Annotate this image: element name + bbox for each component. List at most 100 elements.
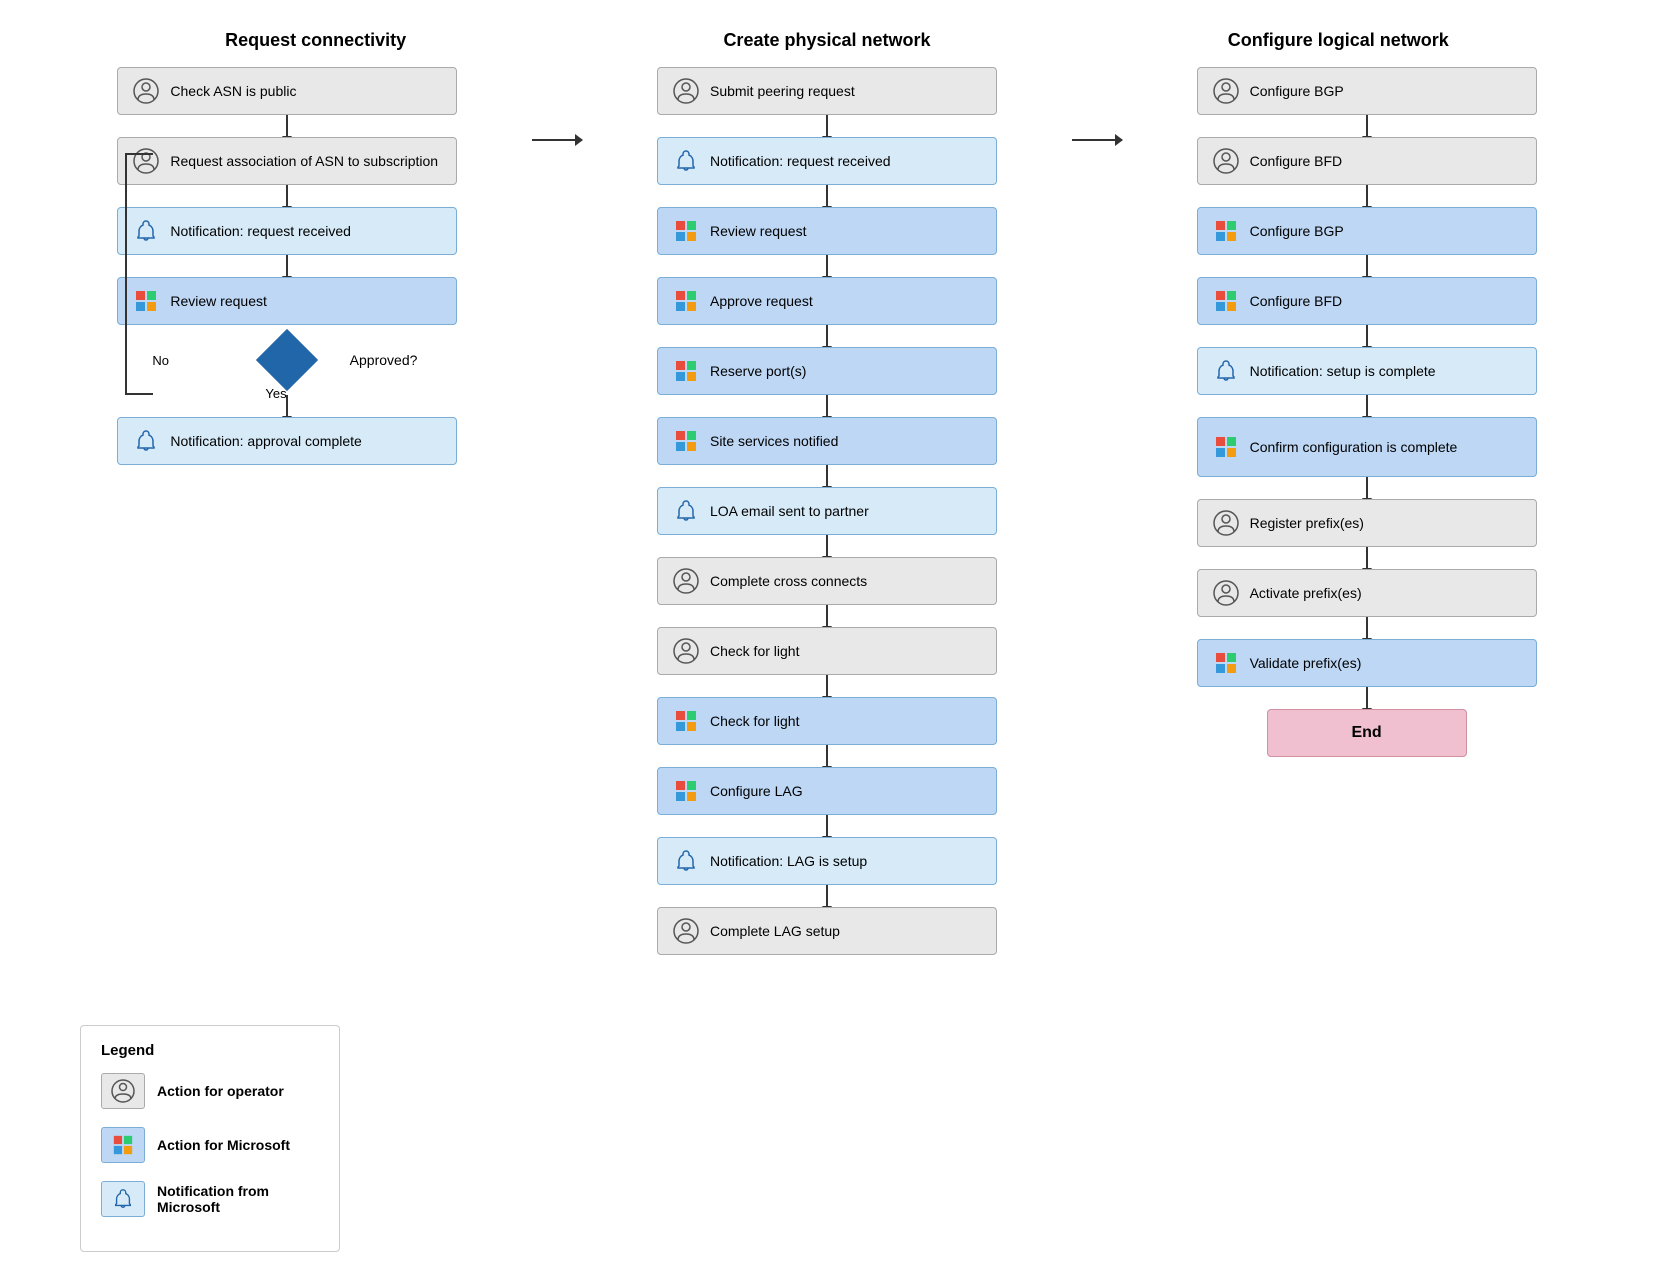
decision-approved: No Approved? Yes <box>117 325 457 395</box>
notification-icon <box>132 427 160 455</box>
node-setup-complete: Notification: setup is complete <box>1197 347 1537 395</box>
legend-microsoft-node <box>101 1127 145 1163</box>
arrow <box>826 745 828 767</box>
col2-title-text: Create physical network <box>723 30 930 50</box>
node-check-light-operator-text: Check for light <box>710 642 982 660</box>
diagram: Request connectivity Create physical net… <box>20 20 1634 1252</box>
legend-title: Legend <box>101 1042 319 1059</box>
connector-2-3 <box>1072 139 1122 141</box>
node-configure-bgp-op-text: Configure BGP <box>1250 82 1522 100</box>
connector-line <box>532 139 582 141</box>
col1-title-text: Request connectivity <box>225 30 406 50</box>
node-review-request-2: Review request <box>657 207 997 255</box>
node-approve-request-text: Approve request <box>710 292 982 310</box>
node-configure-bgp-ms-text: Configure BGP <box>1250 222 1522 240</box>
connector-line <box>1072 139 1122 141</box>
node-request-association: Request association of ASN to subscripti… <box>117 137 457 185</box>
node-site-services: Site services notified <box>657 417 997 465</box>
node-configure-bfd-op-text: Configure BFD <box>1250 152 1522 170</box>
node-request-association-text: Request association of ASN to subscripti… <box>170 152 442 170</box>
legend-microsoft-label: Action for Microsoft <box>157 1137 290 1153</box>
arrow <box>1366 687 1368 709</box>
col1-title: Request connectivity <box>106 30 526 51</box>
arrow <box>1366 255 1368 277</box>
legend-item-notification: Notification from Microsoft <box>101 1181 319 1217</box>
node-check-light-ms: Check for light <box>657 697 997 745</box>
legend: Legend Action for operator Action for Mi… <box>80 1025 340 1252</box>
notification-icon <box>1212 357 1240 385</box>
node-setup-complete-text: Notification: setup is complete <box>1250 362 1522 380</box>
arrow <box>286 115 288 137</box>
node-notification-received-1-text: Notification: request received <box>170 222 442 240</box>
node-check-light-operator: Check for light <box>657 627 997 675</box>
node-notification-approval-text: Notification: approval complete <box>170 432 442 450</box>
microsoft-icon <box>672 427 700 455</box>
arrow <box>826 465 828 487</box>
connector-arrowhead <box>1115 134 1123 146</box>
node-complete-lag: Complete LAG setup <box>657 907 997 955</box>
legend-item-microsoft: Action for Microsoft <box>101 1127 319 1163</box>
node-check-asn-text: Check ASN is public <box>170 82 442 100</box>
arrow <box>826 605 828 627</box>
arrow <box>826 255 828 277</box>
node-loa-email: LOA email sent to partner <box>657 487 997 535</box>
arrow <box>286 185 288 207</box>
col3-title-text: Configure logical network <box>1228 30 1449 50</box>
node-review-request-2-text: Review request <box>710 222 982 240</box>
arrow <box>826 675 828 697</box>
microsoft-icon <box>672 777 700 805</box>
microsoft-icon <box>672 707 700 735</box>
legend-operator-node <box>101 1073 145 1109</box>
diamond-text: Approved? <box>350 352 418 368</box>
arrow <box>826 185 828 207</box>
col3-title: Configure logical network <box>1128 30 1548 51</box>
notification-icon <box>672 497 700 525</box>
operator-icon <box>132 77 160 105</box>
node-approve-request: Approve request <box>657 277 997 325</box>
node-reserve-ports: Reserve port(s) <box>657 347 997 395</box>
connector-arrowhead <box>575 134 583 146</box>
no-label: No <box>152 353 169 368</box>
node-cross-connects: Complete cross connects <box>657 557 997 605</box>
legend-notification-label: Notification from Microsoft <box>157 1183 319 1215</box>
microsoft-icon <box>1212 287 1240 315</box>
legend-section: Legend Action for operator Action for Mi… <box>20 955 1634 1252</box>
node-configure-bfd-ms-text: Configure BFD <box>1250 292 1522 310</box>
col2-title: Create physical network <box>617 30 1037 51</box>
node-loa-email-text: LOA email sent to partner <box>710 502 982 520</box>
arrow <box>1366 617 1368 639</box>
node-notification-received-2: Notification: request received <box>657 137 997 185</box>
operator-icon <box>1212 147 1240 175</box>
node-register-prefix-text: Register prefix(es) <box>1250 514 1522 532</box>
legend-operator-label: Action for operator <box>157 1083 284 1099</box>
node-confirm-config-text: Confirm configuration is complete <box>1250 438 1522 456</box>
node-configure-lag: Configure LAG <box>657 767 997 815</box>
node-review-request-1-text: Review request <box>170 292 442 310</box>
node-validate-prefix: Validate prefix(es) <box>1197 639 1537 687</box>
node-review-request-1: Review request <box>117 277 457 325</box>
arrow <box>1366 477 1368 499</box>
microsoft-icon <box>672 287 700 315</box>
node-notification-approval: Notification: approval complete <box>117 417 457 465</box>
node-submit-peering-text: Submit peering request <box>710 82 982 100</box>
operator-icon <box>1212 77 1240 105</box>
node-activate-prefix-text: Activate prefix(es) <box>1250 584 1522 602</box>
operator-icon <box>1212 579 1240 607</box>
arrow <box>826 815 828 837</box>
microsoft-icon <box>1212 217 1240 245</box>
microsoft-icon <box>1212 433 1240 461</box>
node-cross-connects-text: Complete cross connects <box>710 572 982 590</box>
node-check-asn: Check ASN is public <box>117 67 457 115</box>
node-reserve-ports-text: Reserve port(s) <box>710 362 982 380</box>
arrow <box>826 395 828 417</box>
node-site-services-text: Site services notified <box>710 432 982 450</box>
arrow <box>1366 325 1368 347</box>
node-end-text: End <box>1282 723 1452 744</box>
operator-icon <box>672 77 700 105</box>
column-request-connectivity: Check ASN is public Request association … <box>77 67 497 465</box>
arrow <box>1366 185 1368 207</box>
operator-icon <box>672 637 700 665</box>
node-configure-bgp-op: Configure BGP <box>1197 67 1537 115</box>
microsoft-icon <box>1212 649 1240 677</box>
arrow <box>1366 547 1368 569</box>
